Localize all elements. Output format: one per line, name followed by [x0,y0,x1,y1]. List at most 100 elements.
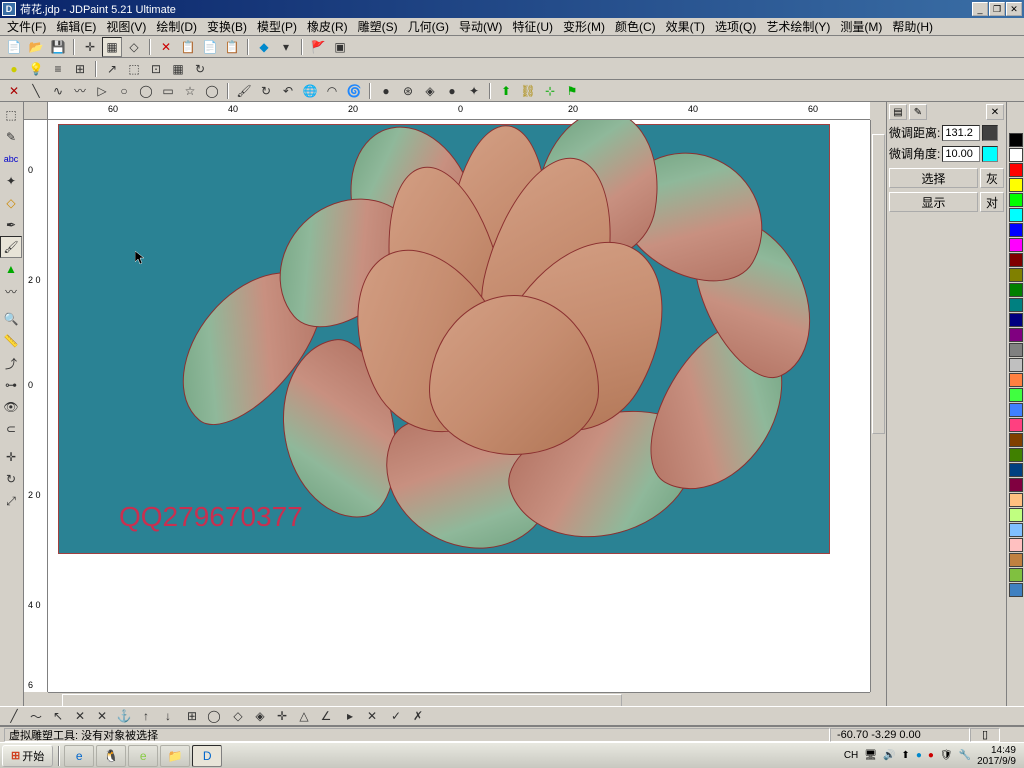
menu-item[interactable]: 艺术绘制(Y) [761,17,835,36]
refresh-icon[interactable]: ↻ [190,59,210,79]
layers-icon[interactable]: ≡ [48,59,68,79]
taskbar-jdpaint-icon[interactable]: D [192,745,222,767]
menu-item[interactable]: 编辑(E) [51,17,101,36]
taskbar-clock[interactable]: 14:49 2017/9/9 [977,745,1020,767]
vertical-scrollbar[interactable] [870,120,886,692]
flag2-icon[interactable]: ⚑ [562,81,582,101]
line-icon[interactable]: ╲ [26,81,46,101]
menu-item[interactable]: 测量(M) [835,17,887,36]
ortho-icon[interactable]: ◇ [124,37,144,57]
color-swatch[interactable] [1009,163,1023,177]
swatch-cyan[interactable] [982,146,998,162]
color-swatch[interactable] [1009,268,1023,282]
3d-cube-icon[interactable]: ◈ [420,81,440,101]
color-swatch[interactable] [1009,583,1023,597]
bt-cross-icon[interactable]: ✛ [272,706,292,726]
fill-tool-icon[interactable]: ▲ [0,258,22,280]
paste-icon[interactable]: 📄 [200,37,220,57]
color-swatch[interactable] [1009,478,1023,492]
gray-button[interactable]: 灰 [980,168,1004,188]
color-picker-icon[interactable]: ◆ [254,37,274,57]
taskbar-browser-icon[interactable]: e [128,745,158,767]
link-icon[interactable]: ⛓ [518,81,538,101]
bt-diamond-icon[interactable]: ◇ [228,706,248,726]
menu-item[interactable]: 颜色(C) [610,17,661,36]
color-swatch[interactable] [1009,253,1023,267]
move-tool-icon[interactable]: ✛ [0,446,22,468]
panel-tab-2[interactable]: ✎ [909,104,927,120]
taskbar-folder-icon[interactable]: 📁 [160,745,190,767]
bt-arrow-icon[interactable]: ↖ [48,706,68,726]
fine-angle-input[interactable] [942,146,980,162]
color-swatch[interactable] [1009,463,1023,477]
bt-up-icon[interactable]: ↑ [136,706,156,726]
color-swatch[interactable] [1009,133,1023,147]
brush-icon[interactable]: 🖌 [234,81,254,101]
bulb-yellow-icon[interactable]: ● [4,59,24,79]
bt-x2-icon[interactable]: ✕ [92,706,112,726]
color-swatch[interactable] [1009,448,1023,462]
curve-tool-icon[interactable]: 〰 [0,280,22,302]
menu-item[interactable]: 橡皮(R) [302,17,353,36]
sphere-icon[interactable]: ● [376,81,396,101]
start-button[interactable]: ⊞ 开始 [2,745,53,767]
taskbar-ie-icon[interactable]: e [64,745,94,767]
wireframe-sphere-icon[interactable]: ⊛ [398,81,418,101]
ellipse-icon[interactable]: ◯ [136,81,156,101]
bt-triangle-icon[interactable]: △ [294,706,314,726]
oval-icon[interactable]: ◯ [202,81,222,101]
bt-angle-icon[interactable]: ∠ [316,706,336,726]
maximize-button[interactable]: ❐ [989,2,1005,16]
color-swatch[interactable] [1009,433,1023,447]
arrow-icon[interactable]: ↗ [102,59,122,79]
bt-flag-icon[interactable]: ▸ [340,706,360,726]
viewport[interactable]: QQ279670377 [48,120,870,692]
color-swatch[interactable] [1009,568,1023,582]
menu-item[interactable]: 几何(G) [403,17,454,36]
tray-icon-6[interactable]: 🛡 [940,750,953,761]
color-swatch[interactable] [1009,373,1023,387]
tree-icon[interactable]: ⊹ [540,81,560,101]
dropdown-icon[interactable]: ▾ [276,37,296,57]
zoom-tool-icon[interactable]: 🔍 [0,308,22,330]
pipe-tool-icon[interactable]: ⊂ [0,418,22,440]
clipboard-icon[interactable]: 📋 [222,37,242,57]
flag-icon[interactable]: 🚩 [308,37,328,57]
pick-icon[interactable]: ⬆ [496,81,516,101]
fine-distance-input[interactable] [942,125,980,141]
color-swatch[interactable] [1009,223,1023,237]
navigator-icon[interactable]: ▦ [168,59,188,79]
menu-item[interactable]: 选项(Q) [710,17,761,36]
panel-tab-1[interactable]: ▤ [889,104,907,120]
connector-tool-icon[interactable]: ⊶ [0,374,22,396]
color-swatch[interactable] [1009,178,1023,192]
select-icon[interactable]: ⬚ [124,59,144,79]
color-swatch[interactable] [1009,343,1023,357]
panel-close-icon[interactable]: ✕ [986,104,1004,120]
wireframe-icon[interactable]: ⊡ [146,59,166,79]
tray-icon-2[interactable]: 🔊 [883,750,895,761]
menu-item[interactable]: 雕塑(S) [353,17,403,36]
ime-indicator[interactable]: CH [844,750,858,761]
eye-tool-icon[interactable]: 👁 [0,396,22,418]
color-swatch[interactable] [1009,418,1023,432]
canvas[interactable]: QQ279670377 [58,124,830,554]
new-icon[interactable]: 📄 [4,37,24,57]
color-swatch[interactable] [1009,553,1023,567]
edit-point-icon[interactable]: ✎ [0,126,22,148]
taskbar-qq-icon[interactable]: 🐧 [96,745,126,767]
close-button[interactable]: ✕ [1006,2,1022,16]
globe-icon[interactable]: 🌐 [300,81,320,101]
undo-icon[interactable]: ↶ [278,81,298,101]
bt-x3-icon[interactable]: ✕ [362,706,382,726]
display-button[interactable]: 显示 [889,192,978,212]
copy-icon[interactable]: 📋 [178,37,198,57]
sphere2-icon[interactable]: ● [442,81,462,101]
tray-icon-3[interactable]: ⬆ [901,750,909,761]
wand-icon[interactable]: ✦ [464,81,484,101]
open-icon[interactable]: 📂 [26,37,46,57]
tray-icon-4[interactable]: ● [916,750,922,761]
swirl-icon[interactable]: 🌀 [344,81,364,101]
bulb-icon[interactable]: 💡 [26,59,46,79]
bt-circle-icon[interactable]: ◯ [204,706,224,726]
